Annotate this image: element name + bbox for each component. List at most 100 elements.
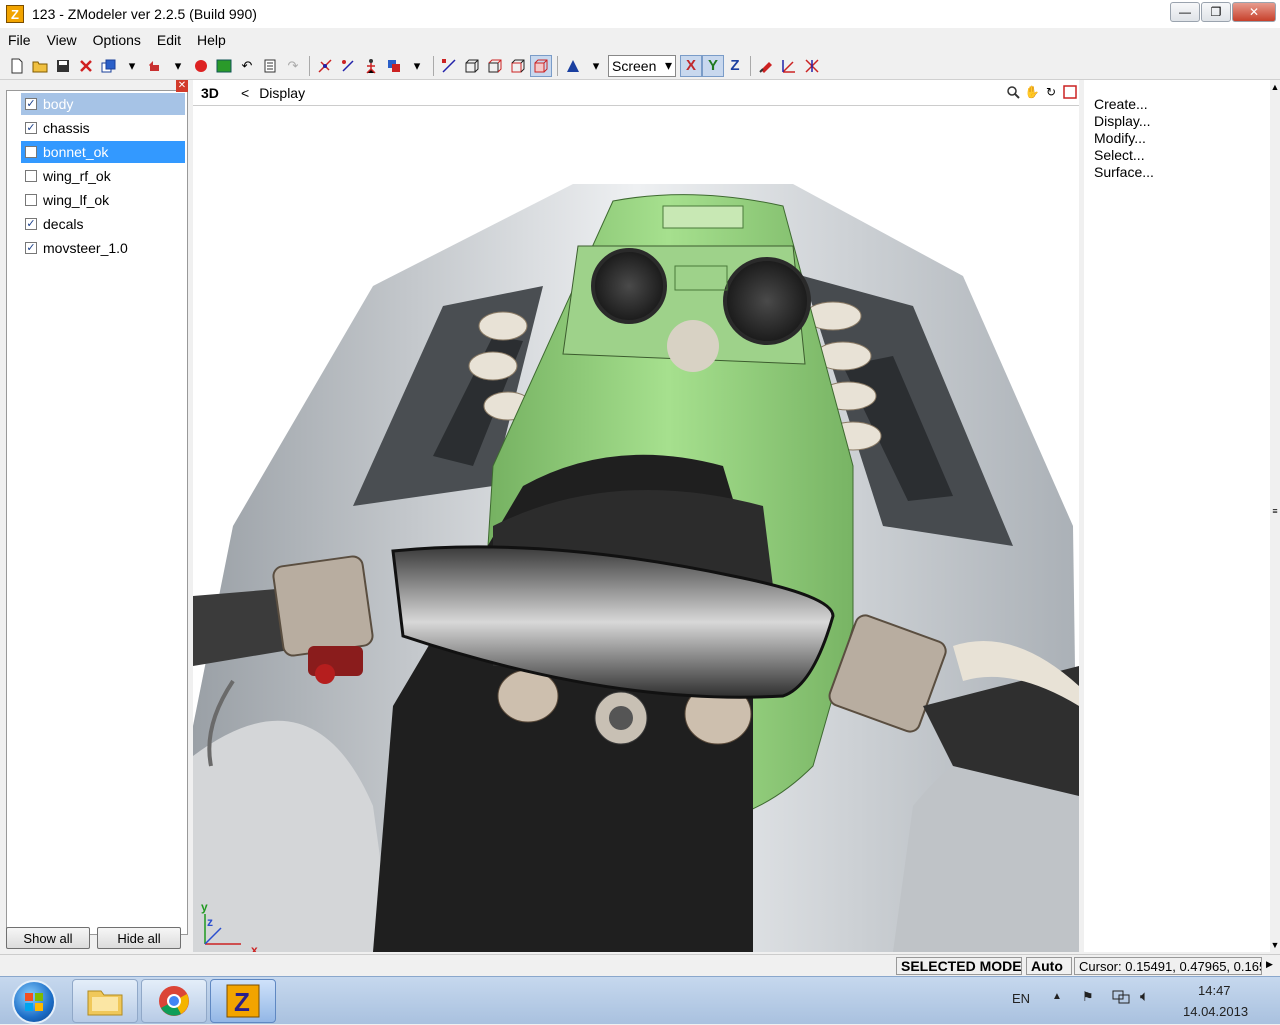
maximize-button[interactable]: ❐ bbox=[1201, 2, 1231, 22]
axis-xyz-icon[interactable] bbox=[801, 55, 823, 77]
scroll-up-icon[interactable]: ▲ bbox=[1270, 82, 1280, 92]
record-icon[interactable] bbox=[190, 55, 212, 77]
open-folder-icon[interactable] bbox=[29, 55, 51, 77]
save-icon[interactable] bbox=[52, 55, 74, 77]
maximize-viewport-icon[interactable] bbox=[1061, 83, 1079, 101]
group-icon[interactable] bbox=[383, 55, 405, 77]
object-item-body[interactable]: ✓ body bbox=[21, 93, 185, 115]
dropdown-arrow-icon[interactable]: ▾ bbox=[406, 55, 428, 77]
command-create[interactable]: Create... bbox=[1094, 96, 1270, 113]
cube-active-icon[interactable] bbox=[530, 54, 552, 77]
flag-icon[interactable]: ⚑ bbox=[1082, 989, 1094, 1005]
object-item-decals[interactable]: ✓ decals bbox=[21, 213, 185, 235]
minimize-button[interactable]: — bbox=[1170, 2, 1200, 22]
viewport-3d[interactable]: 3D < Display ✋ ↻ y z x bbox=[193, 80, 1079, 952]
dropdown-arrow-icon[interactable]: ▾ bbox=[167, 55, 189, 77]
move-vertex-icon[interactable] bbox=[438, 55, 460, 77]
status-auto: Auto bbox=[1026, 957, 1072, 975]
select-vertex-icon[interactable] bbox=[314, 55, 336, 77]
zoom-icon[interactable] bbox=[1004, 83, 1022, 101]
checkbox-checked[interactable]: ✓ bbox=[25, 242, 37, 254]
scroll-thumb-icon[interactable]: ≡ bbox=[1270, 506, 1280, 516]
close-button[interactable]: ✕ bbox=[1232, 2, 1276, 22]
pivot-icon[interactable] bbox=[562, 55, 584, 77]
chrome-icon[interactable] bbox=[141, 979, 207, 1023]
rotate-icon[interactable]: ↻ bbox=[1042, 83, 1060, 101]
command-scrollbar[interactable]: ▲ ≡ ▼ bbox=[1270, 80, 1280, 952]
object-list[interactable]: ✓ body ✓ chassis bonnet_ok wing_rf_ok wi… bbox=[6, 90, 188, 935]
start-button[interactable] bbox=[12, 980, 56, 1024]
jetski-model-render: y z x bbox=[193, 184, 1079, 952]
render-icon[interactable] bbox=[213, 55, 235, 77]
select-object-icon[interactable] bbox=[360, 55, 382, 77]
menu-edit[interactable]: Edit bbox=[149, 32, 189, 48]
zmodeler-task-icon[interactable]: Z bbox=[210, 979, 276, 1023]
network-icon[interactable] bbox=[1112, 989, 1130, 1008]
redo-icon[interactable]: ↷ bbox=[282, 55, 304, 77]
checkbox-checked[interactable]: ✓ bbox=[25, 98, 37, 110]
cube-side-icon[interactable] bbox=[484, 55, 506, 77]
explorer-folder-icon[interactable] bbox=[72, 979, 138, 1023]
scroll-down-icon[interactable]: ▼ bbox=[1270, 940, 1280, 950]
back-chevron-icon[interactable]: < bbox=[241, 85, 249, 101]
show-all-button[interactable]: Show all bbox=[6, 927, 90, 949]
panel-close-icon[interactable]: ✕ bbox=[176, 80, 188, 92]
command-select[interactable]: Select... bbox=[1094, 147, 1270, 164]
menu-file[interactable]: File bbox=[0, 32, 39, 48]
dropdown-arrow-icon[interactable]: ▾ bbox=[121, 55, 143, 77]
checkbox-unchecked[interactable] bbox=[25, 170, 37, 182]
object-item-movsteer[interactable]: ✓ movsteer_1.0 bbox=[21, 237, 185, 259]
document-icon[interactable] bbox=[259, 55, 281, 77]
copy-icon[interactable] bbox=[98, 55, 120, 77]
checkbox-checked[interactable]: ✓ bbox=[25, 122, 37, 134]
menu-options[interactable]: Options bbox=[85, 32, 149, 48]
volume-icon[interactable]: 🔈︎ bbox=[1140, 988, 1149, 1005]
dropdown-arrow-icon[interactable]: ▾ bbox=[585, 55, 607, 77]
tray-expand-icon[interactable]: ▲ bbox=[1052, 991, 1062, 1002]
cube-top-icon[interactable] bbox=[507, 55, 529, 77]
clock-time[interactable]: 14:47 bbox=[1198, 983, 1231, 998]
object-item-wing-rf-ok[interactable]: wing_rf_ok bbox=[21, 165, 185, 187]
axis-z-label: z bbox=[207, 915, 213, 929]
command-modify[interactable]: Modify... bbox=[1094, 130, 1270, 147]
object-label: wing_rf_ok bbox=[43, 168, 111, 184]
title-bar: Z 123 - ZModeler ver 2.2.5 (Build 990) —… bbox=[0, 0, 1280, 28]
object-item-chassis[interactable]: ✓ chassis bbox=[21, 117, 185, 139]
axis-xy-icon[interactable] bbox=[778, 55, 800, 77]
menu-help[interactable]: Help bbox=[189, 32, 234, 48]
status-bar: SELECTED MODE Auto Cursor: 0.15491, 0.47… bbox=[0, 954, 1280, 976]
status-scroll-icon[interactable]: ▶ bbox=[1266, 959, 1273, 970]
object-label: decals bbox=[43, 216, 84, 232]
viewport-mode-label[interactable]: 3D bbox=[201, 85, 229, 101]
zmodeler-app-icon[interactable]: Z bbox=[6, 5, 24, 23]
checkbox-checked[interactable]: ✓ bbox=[25, 218, 37, 230]
cube-front-icon[interactable] bbox=[461, 55, 483, 77]
delete-icon[interactable] bbox=[75, 55, 97, 77]
clock-date[interactable]: 14.04.2013 bbox=[1183, 1004, 1248, 1019]
language-indicator[interactable]: EN bbox=[1012, 991, 1030, 1006]
hide-all-button[interactable]: Hide all bbox=[97, 927, 181, 949]
object-panel: ✓ body ✓ chassis bonnet_ok wing_rf_ok wi… bbox=[2, 80, 190, 952]
axis-x-toggle[interactable]: X bbox=[680, 54, 702, 77]
command-display[interactable]: Display... bbox=[1094, 113, 1270, 130]
command-surface[interactable]: Surface... bbox=[1094, 164, 1270, 181]
magnet-icon[interactable] bbox=[755, 55, 777, 77]
pan-hand-icon[interactable]: ✋ bbox=[1023, 83, 1041, 101]
undo-icon[interactable]: ↶ bbox=[236, 55, 258, 77]
select-edge-icon[interactable] bbox=[337, 55, 359, 77]
object-item-wing-lf-ok[interactable]: wing_lf_ok bbox=[21, 189, 185, 211]
object-item-bonnet-ok[interactable]: bonnet_ok bbox=[21, 141, 185, 163]
axis-y-toggle[interactable]: Y bbox=[702, 54, 724, 77]
menu-view[interactable]: View bbox=[39, 32, 85, 48]
checkbox-unchecked[interactable] bbox=[25, 194, 37, 206]
axis-z-toggle[interactable]: Z bbox=[724, 55, 746, 77]
window-title: 123 - ZModeler ver 2.2.5 (Build 990) bbox=[32, 6, 257, 22]
checkbox-unchecked[interactable] bbox=[25, 146, 37, 158]
viewport-header: 3D < Display ✋ ↻ bbox=[193, 80, 1079, 106]
toolbar-separator bbox=[309, 55, 310, 76]
scene-render[interactable]: y z x bbox=[193, 106, 1079, 952]
object-label: bonnet_ok bbox=[43, 144, 109, 160]
undo-red-icon[interactable] bbox=[144, 55, 166, 77]
coordinate-system-select[interactable]: Screen ▾ bbox=[608, 54, 676, 77]
new-file-icon[interactable] bbox=[6, 55, 28, 77]
